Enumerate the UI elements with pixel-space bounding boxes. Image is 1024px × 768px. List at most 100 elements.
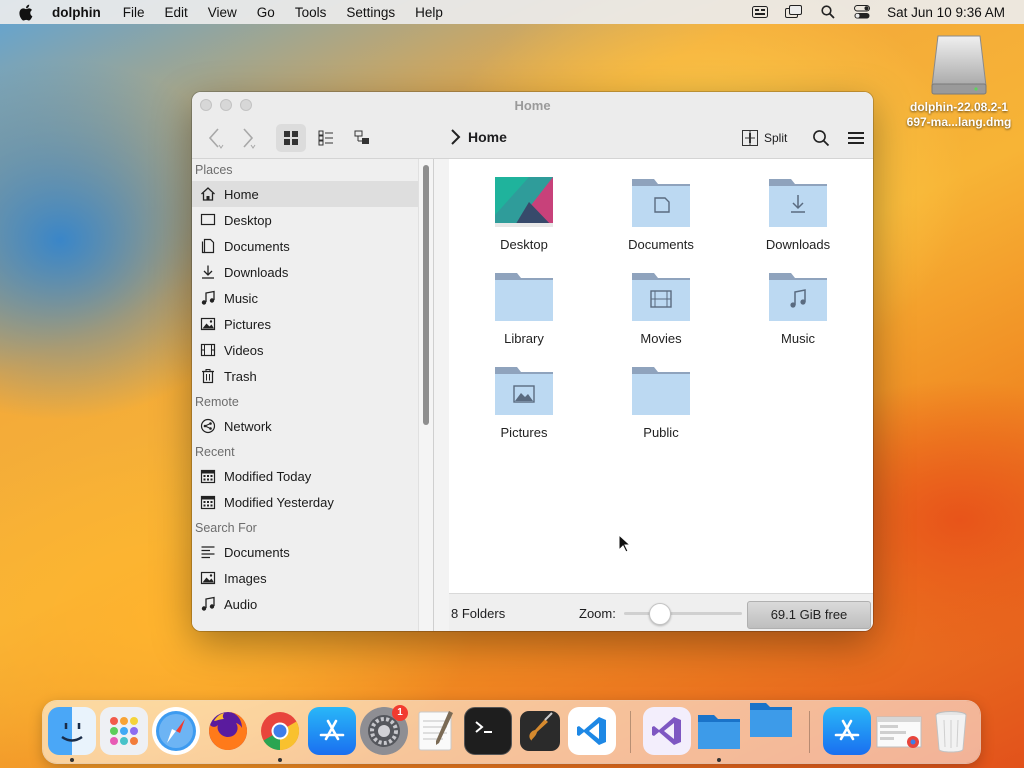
free-space-indicator[interactable]: 69.1 GiB free [747, 601, 871, 629]
screen-mirroring-icon[interactable] [785, 5, 803, 19]
app-store-downloads-icon[interactable] [823, 707, 871, 755]
chrome-icon[interactable] [256, 707, 304, 755]
sidebar-item-search-audio[interactable]: Audio [192, 591, 433, 617]
menubar-clock[interactable]: Sat Jun 10 9:36 AM [887, 5, 1005, 20]
safari-icon[interactable] [152, 707, 200, 755]
finder-icon[interactable] [48, 707, 96, 755]
sidebar-item-label: Images [224, 570, 267, 586]
menu-file[interactable]: File [123, 5, 145, 20]
hamburger-menu-button[interactable] [842, 124, 870, 152]
sidebar-item-trash[interactable]: Trash [192, 363, 433, 389]
zoom-slider-track[interactable] [624, 612, 742, 615]
zoom-label: Zoom: [579, 606, 616, 621]
chevron-right-icon [243, 128, 256, 149]
folder-pictures-icon [494, 363, 554, 417]
sidebar-item-music[interactable]: Music [192, 285, 433, 311]
back-button[interactable] [200, 124, 230, 152]
compact-view-button[interactable] [311, 124, 341, 152]
music-icon [199, 289, 217, 307]
pictures-icon [199, 315, 217, 333]
app-name-menu[interactable]: dolphin [52, 5, 101, 20]
folder-icon [494, 269, 554, 323]
details-view-button[interactable] [347, 124, 377, 152]
sidebar-item-modified-yesterday[interactable]: Modified Yesterday [192, 489, 433, 515]
sidebar-item-documents[interactable]: Documents [192, 233, 433, 259]
sidebar-item-modified-today[interactable]: Modified Today [192, 463, 433, 489]
app-store-icon[interactable] [308, 707, 356, 755]
icons-view-button[interactable] [276, 124, 306, 152]
window-titlebar[interactable]: Home [192, 92, 873, 118]
visual-studio-icon[interactable] [643, 707, 691, 755]
pictures-icon [199, 569, 217, 587]
firefox-icon[interactable] [204, 707, 252, 755]
zoom-slider-handle[interactable] [648, 603, 671, 625]
sidebar-item-pictures[interactable]: Pictures [192, 311, 433, 337]
menu-edit[interactable]: Edit [165, 5, 188, 20]
menu-tools[interactable]: Tools [295, 5, 327, 20]
sidebar-scrollbar-thumb[interactable] [423, 165, 429, 425]
running-indicator [717, 758, 721, 762]
spotlight-search-icon[interactable] [819, 5, 837, 19]
vscode-icon[interactable] [568, 707, 616, 755]
terminal-icon[interactable] [464, 707, 512, 755]
forward-button[interactable] [232, 124, 262, 152]
section-places: Places [195, 163, 233, 177]
grid-view-icon [284, 131, 298, 145]
places-panel: Places Home Desktop Documents Downloads … [192, 159, 434, 631]
breadcrumb[interactable]: Home [450, 128, 507, 146]
trash-icon[interactable] [927, 707, 975, 755]
menu-go[interactable]: Go [257, 5, 275, 20]
garageband-icon[interactable] [516, 707, 564, 755]
dolphin-folder-icon[interactable] [695, 707, 743, 755]
split-label: Split [764, 131, 788, 145]
file-item-label: Public [643, 425, 679, 440]
file-item-downloads[interactable]: Downloads [738, 175, 858, 252]
sidebar-item-home[interactable]: Home [192, 181, 419, 207]
textedit-icon[interactable] [412, 707, 460, 755]
running-indicator [70, 758, 74, 762]
menu-bar: dolphin File Edit View Go Tools Settings… [0, 0, 1024, 24]
sidebar-item-search-images[interactable]: Images [192, 565, 433, 591]
control-center-icon[interactable] [853, 5, 871, 19]
launchpad-icon[interactable] [100, 707, 148, 755]
file-item-movies[interactable]: Movies [601, 269, 721, 346]
hamburger-menu-icon [848, 132, 864, 144]
split-view-button[interactable]: Split [742, 124, 787, 152]
folder-stack-icon[interactable] [747, 695, 795, 743]
search-button[interactable] [807, 124, 835, 152]
folder-movies-icon [631, 269, 691, 323]
calendar-icon [199, 493, 217, 511]
menu-view[interactable]: View [208, 5, 237, 20]
dolphin-window: Home Home Split Places Home Desktop Docu… [192, 92, 873, 631]
trash-icon [199, 367, 217, 385]
sidebar-item-label: Downloads [224, 264, 289, 280]
file-item-label: Documents [628, 237, 694, 252]
menu-help[interactable]: Help [415, 5, 443, 20]
breadcrumb-home[interactable]: Home [468, 129, 507, 145]
file-item-desktop[interactable]: Desktop [464, 175, 584, 252]
status-bar: 8 Folders Zoom: 69.1 GiB free [449, 593, 873, 631]
chrome-window-icon[interactable] [875, 707, 923, 755]
file-item-music[interactable]: Music [738, 269, 858, 346]
file-item-label: Pictures [500, 425, 548, 440]
sidebar-item-desktop[interactable]: Desktop [192, 207, 433, 233]
file-item-library[interactable]: Library [464, 269, 584, 346]
keyboard-input-icon[interactable] [751, 5, 769, 19]
file-item-documents[interactable]: Documents [601, 175, 721, 252]
sidebar-item-network[interactable]: Network [192, 413, 433, 439]
sidebar-item-label: Modified Today [224, 468, 312, 484]
sidebar-item-search-documents[interactable]: Documents [192, 539, 433, 565]
desktop-dmg-volume[interactable]: dolphin-22.08.2-1 697-ma...lang.dmg [894, 34, 1024, 130]
file-view[interactable]: Desktop Documents Downloads Library Movi… [449, 159, 873, 593]
section-recent: Recent [195, 445, 235, 459]
file-item-pictures[interactable]: Pictures [464, 363, 584, 440]
disk-label-line1: dolphin-22.08.2-1 [909, 100, 1009, 114]
file-item-label: Music [781, 331, 815, 346]
file-item-public[interactable]: Public [601, 363, 721, 440]
menu-settings[interactable]: Settings [346, 5, 395, 20]
sidebar-item-videos[interactable]: Videos [192, 337, 433, 363]
apple-menu-icon[interactable] [18, 4, 38, 21]
disk-image-icon [930, 34, 988, 96]
folder-icon [631, 363, 691, 417]
sidebar-item-downloads[interactable]: Downloads [192, 259, 433, 285]
